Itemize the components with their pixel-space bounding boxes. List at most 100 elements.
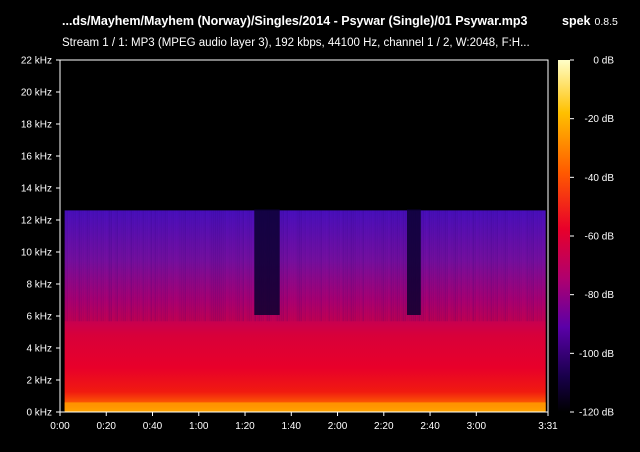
time-axis: 0:00 0:20 0:40 1:00 1:20 1:40 2:00 2:20 2:40 3:00… (50, 412, 558, 432)
texture-stripe (246, 210, 248, 322)
texture-stripe (306, 210, 308, 322)
time-tick-label: 2:40 (420, 421, 440, 432)
texture-stripe (438, 210, 440, 322)
texture-stripe (134, 210, 136, 322)
texture-stripe (302, 210, 304, 322)
colorbar-tick-label: -80 dB (585, 290, 615, 301)
quiet-section (406, 209, 421, 315)
texture-stripe (510, 210, 512, 322)
low-frequency-band (64, 402, 546, 411)
texture-stripe (390, 210, 392, 322)
texture-stripe (110, 210, 112, 322)
texture-stripe (528, 210, 530, 322)
texture-stripe (322, 210, 324, 322)
texture-stripe (124, 210, 126, 322)
colorbar-tick-label: -100 dB (579, 349, 614, 360)
texture-stripe (428, 210, 430, 322)
texture-stripe (72, 210, 74, 322)
texture-stripe (294, 210, 296, 322)
texture-stripe (448, 210, 450, 322)
texture-stripe (498, 210, 500, 322)
texture-stripe (332, 210, 334, 322)
spectrogram-view[interactable]: 0 kHz 2 kHz 4 kHz 6 kHz 8 kHz 10 kHz 12 kHz 14 … (0, 0, 640, 452)
frequency-tick-label: 20 kHz (21, 88, 52, 99)
frequency-tick-label: 0 kHz (26, 408, 52, 419)
texture-stripe (144, 210, 146, 322)
texture-stripe (138, 210, 140, 322)
colorbar-axis: 0 dB -20 dB -40 dB -60 dB -80 dB -100 dB -120 … (570, 56, 614, 419)
texture-stripe (470, 210, 472, 322)
texture-stripe (170, 210, 172, 322)
texture-stripe (196, 210, 198, 322)
texture-stripe (150, 210, 152, 322)
texture-stripe (244, 210, 246, 322)
time-tick-label: 1:40 (282, 421, 302, 432)
quiet-section (254, 209, 280, 315)
texture-stripe (504, 210, 506, 322)
texture-stripe (228, 210, 230, 322)
texture-stripe (298, 210, 300, 322)
texture-stripe (152, 210, 154, 322)
texture-stripe (340, 210, 342, 322)
texture-stripe (380, 210, 382, 322)
colorbar-tick-label: -60 dB (585, 232, 615, 243)
texture-stripe (130, 210, 132, 322)
texture-stripe (398, 210, 400, 322)
texture-stripe (392, 210, 394, 322)
texture-stripe (316, 210, 318, 322)
texture-stripe (512, 210, 514, 322)
texture-stripe (128, 210, 130, 322)
texture-stripe (156, 210, 158, 322)
texture-stripe (400, 210, 402, 322)
texture-stripe (376, 210, 378, 322)
texture-stripe (434, 210, 436, 322)
time-tick-label: 3:31 (538, 421, 558, 432)
texture-stripe (318, 210, 320, 322)
frequency-axis: 0 kHz 2 kHz 4 kHz 6 kHz 8 kHz 10 kHz 12 kHz 14 … (21, 56, 60, 419)
texture-stripe (132, 210, 134, 322)
texture-stripe (236, 210, 238, 322)
texture-stripe (82, 210, 84, 322)
texture-stripe (102, 210, 104, 322)
texture-stripe (104, 210, 106, 322)
frequency-tick-label: 2 kHz (26, 376, 52, 387)
frequency-tick-label: 22 kHz (21, 56, 52, 67)
frequency-tick-label: 6 kHz (26, 312, 52, 323)
texture-stripe (432, 210, 434, 322)
texture-stripe (194, 210, 196, 322)
texture-stripe (230, 210, 232, 322)
texture-stripe (222, 210, 224, 322)
texture-stripe (118, 210, 120, 322)
texture-stripe (106, 210, 108, 322)
texture-stripe (344, 210, 346, 322)
texture-stripe (446, 210, 448, 322)
texture-stripe (346, 210, 348, 322)
texture-stripe (212, 210, 214, 322)
texture-stripe (240, 210, 242, 322)
texture-stripe (492, 210, 494, 322)
texture-stripe (494, 210, 496, 322)
texture-stripe (158, 210, 160, 322)
texture-stripe (182, 210, 184, 322)
texture-stripe (76, 210, 78, 322)
texture-stripe (208, 210, 210, 322)
texture-stripe (142, 210, 144, 322)
texture-stripe (210, 210, 212, 322)
texture-stripe (250, 210, 252, 322)
texture-stripe (238, 210, 240, 322)
texture-stripe (206, 210, 208, 322)
texture-stripe (460, 210, 462, 322)
texture-stripe (324, 210, 326, 322)
texture-stripe (126, 210, 128, 322)
texture-stripe (122, 210, 124, 322)
texture-stripe (404, 210, 406, 322)
colorbar-tick-label: 0 dB (593, 56, 614, 67)
texture-stripe (310, 210, 312, 322)
texture-stripe (508, 210, 510, 322)
texture-stripe (68, 210, 70, 322)
texture-stripe (542, 210, 544, 322)
texture-stripe (242, 210, 244, 322)
frequency-tick-label: 14 kHz (21, 184, 52, 195)
colorbar (558, 60, 570, 412)
texture-stripe (174, 210, 176, 322)
